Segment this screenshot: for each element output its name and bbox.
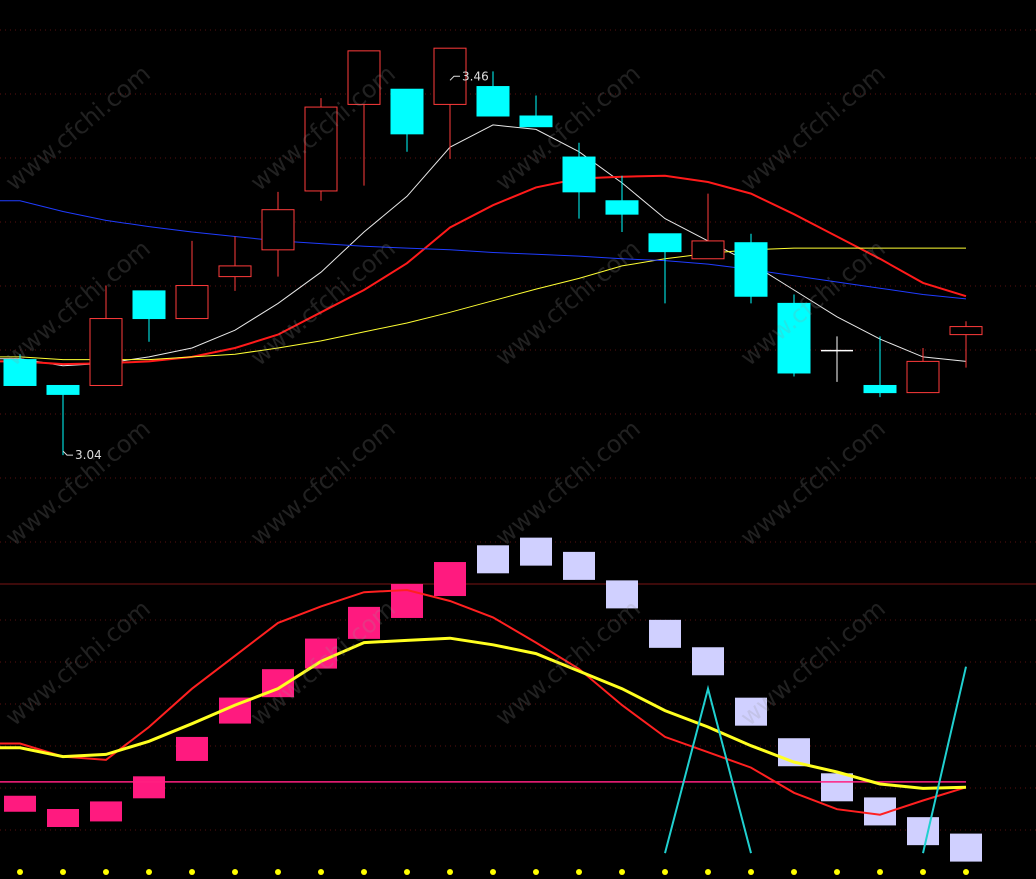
- chart-stage: 3.46 3.04 www.cfchi.com www.cfchi.com www.…: [0, 0, 1036, 875]
- candle-up: [218, 265, 252, 278]
- baseline-dot: [232, 869, 238, 875]
- baseline-dot: [361, 869, 367, 875]
- oscillator-bar-positive: [348, 606, 380, 639]
- candle-up: [89, 318, 123, 386]
- baseline-dot: [705, 869, 711, 875]
- oscillator-bar-negative: [649, 619, 681, 648]
- baseline-dot: [447, 869, 453, 875]
- baseline-dot: [189, 869, 195, 875]
- candle-down: [562, 156, 596, 193]
- oscillator-bar-positive: [47, 809, 79, 827]
- chart-background: [0, 0, 1036, 875]
- baseline-dot: [103, 869, 109, 875]
- baseline-dot: [404, 869, 410, 875]
- oscillator-bar-negative: [477, 545, 509, 574]
- oscillator-bar-negative: [821, 773, 853, 802]
- baseline-dot: [17, 869, 23, 875]
- chart-svg: 3.46 3.04: [0, 0, 1036, 875]
- oscillator-bar-positive: [434, 562, 466, 597]
- candle-up: [175, 285, 209, 320]
- oscillator-bar-negative: [735, 697, 767, 726]
- low-price-label: 3.04: [75, 448, 102, 462]
- baseline-dot: [318, 869, 324, 875]
- baseline-dot: [619, 869, 625, 875]
- oscillator-bar-negative: [520, 537, 552, 566]
- baseline-dot: [275, 869, 281, 875]
- baseline-dot: [748, 869, 754, 875]
- oscillator-bar-positive: [305, 638, 337, 669]
- oscillator-bar-negative: [692, 647, 724, 676]
- high-price-label: 3.46: [462, 69, 489, 83]
- candle-down: [605, 200, 639, 215]
- candle-down: [476, 86, 510, 117]
- candle-up: [691, 240, 725, 260]
- oscillator-bar-negative: [563, 551, 595, 580]
- baseline-dot: [533, 869, 539, 875]
- baseline-dot: [963, 869, 969, 875]
- oscillator-bar-negative: [950, 833, 982, 862]
- candle-down: [777, 302, 811, 374]
- oscillator-bar-positive: [4, 795, 36, 812]
- oscillator-bar-negative: [907, 817, 939, 846]
- candle-up: [304, 106, 338, 192]
- candle-up: [949, 326, 983, 336]
- candle-up: [347, 50, 381, 105]
- oscillator-bar-positive: [90, 801, 122, 822]
- candle-down: [519, 115, 553, 128]
- oscillator-bar-negative: [606, 580, 638, 609]
- candle-down: [390, 88, 424, 135]
- baseline-dot: [834, 869, 840, 875]
- baseline-dot: [146, 869, 152, 875]
- baseline-dot: [60, 869, 66, 875]
- oscillator-bar-positive: [176, 736, 208, 761]
- baseline-dot: [576, 869, 582, 875]
- baseline-dot: [490, 869, 496, 875]
- candle-down: [3, 359, 37, 386]
- candle-up: [906, 360, 940, 394]
- candle-down: [863, 384, 897, 394]
- candle-down: [648, 233, 682, 253]
- oscillator-bar-positive: [133, 776, 165, 799]
- baseline-dot: [662, 869, 668, 875]
- candle-down: [132, 290, 166, 320]
- candle-up: [261, 209, 295, 251]
- candle-down: [734, 242, 768, 297]
- baseline-dot: [791, 869, 797, 875]
- candle-down: [46, 384, 80, 395]
- baseline-dot: [877, 869, 883, 875]
- baseline-dot: [920, 869, 926, 875]
